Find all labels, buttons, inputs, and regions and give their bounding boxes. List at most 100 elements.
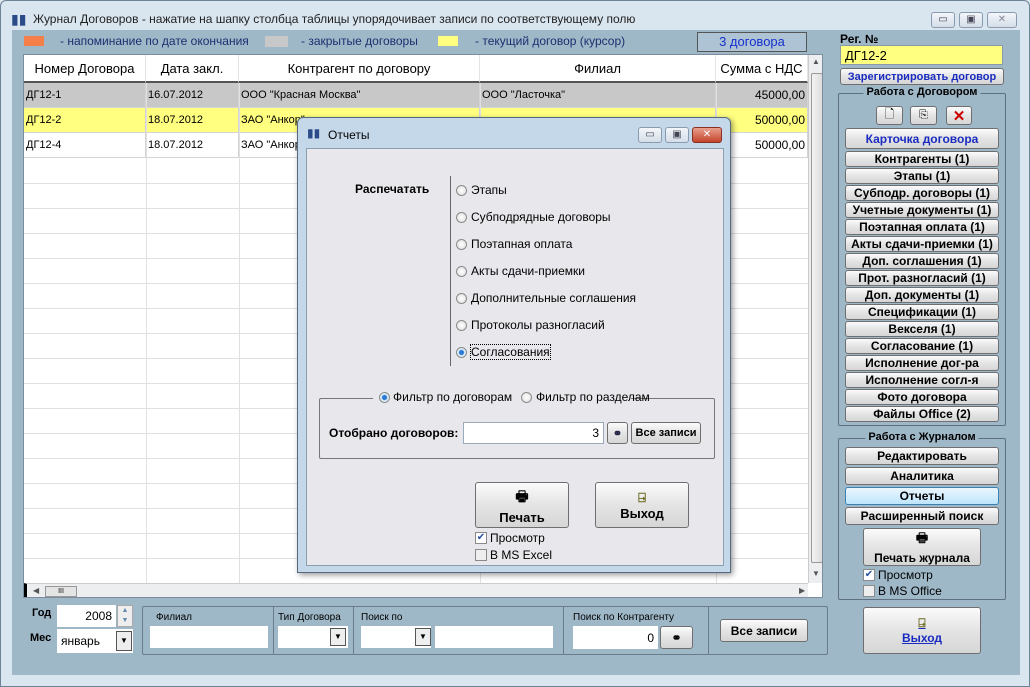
- report-option-radio[interactable]: [456, 293, 467, 304]
- contract-section-button[interactable]: Доп. документы (1): [845, 287, 999, 303]
- contract-section-button[interactable]: Учетные документы (1): [845, 202, 999, 218]
- close-button[interactable]: ✕: [987, 12, 1017, 28]
- table-cell: ДГ12-4: [24, 133, 146, 158]
- contract-section-button[interactable]: Этапы (1): [845, 168, 999, 184]
- app-icon: ▮▮: [11, 11, 27, 27]
- journal-button[interactable]: Отчеты: [845, 487, 999, 505]
- column-header-contractor[interactable]: Контрагент по договору: [239, 55, 480, 83]
- column-header-branch[interactable]: Филиал: [480, 55, 716, 83]
- journal-button[interactable]: Аналитика: [845, 467, 999, 485]
- copy-document-button[interactable]: ⎘: [910, 106, 937, 125]
- report-option-radio[interactable]: [456, 185, 467, 196]
- scroll-up-icon[interactable]: ▲: [812, 57, 820, 66]
- scroll-down-icon[interactable]: ▼: [812, 569, 820, 578]
- excel-checkbox[interactable]: [475, 549, 487, 561]
- report-option-label: Этапы: [471, 183, 507, 197]
- contract-section-button[interactable]: Исполнение дог-ра: [845, 355, 999, 371]
- contract-section-button[interactable]: Файлы Office (2): [845, 406, 999, 422]
- print-journal-button[interactable]: 🖶 Печать журнала: [863, 528, 981, 566]
- selected-contracts-label: Отобрано договоров:: [329, 426, 459, 440]
- report-option-radio[interactable]: [456, 320, 467, 331]
- column-header-number[interactable]: Номер Договора: [24, 55, 146, 83]
- year-field[interactable]: 2008: [57, 605, 116, 627]
- dialog-exit-button[interactable]: ⍈ Выход: [595, 482, 689, 528]
- contract-section-button[interactable]: Векселя (1): [845, 321, 999, 337]
- table-cell: ООО "Ласточка": [480, 83, 716, 108]
- exit-button[interactable]: ⍈ Выход: [863, 607, 981, 654]
- table-cell: ДГ12-2: [24, 108, 146, 133]
- dialog-close-button[interactable]: ✕: [692, 127, 722, 143]
- report-option-label: Дополнительные соглашения: [471, 291, 637, 305]
- filter-sections-radio[interactable]: [521, 392, 532, 403]
- dialog-icon: ▮▮: [307, 126, 321, 140]
- all-records-button[interactable]: Все записи: [720, 619, 808, 642]
- report-option-radio[interactable]: [456, 212, 467, 223]
- reg-number-field[interactable]: ДГ12-2: [840, 45, 1003, 65]
- reports-dialog: ▮▮ Отчеты ▭ ▣ ✕ Распечатать Этапы Субподр…: [297, 117, 731, 573]
- column-header-date[interactable]: Дата закл.: [146, 55, 239, 83]
- selected-contracts-field[interactable]: 3: [463, 422, 604, 444]
- filter-select-button[interactable]: ⚭: [607, 422, 628, 444]
- contract-section-button[interactable]: Исполнение согл-я: [845, 372, 999, 388]
- month-label: Мес: [30, 632, 52, 644]
- journal-office-checkbox[interactable]: [863, 585, 875, 597]
- journal-button[interactable]: Редактировать: [845, 447, 999, 465]
- search-field[interactable]: [435, 626, 553, 648]
- table-row[interactable]: ДГ12-1 16.07.2012 ООО "Красная Москва" ООО …: [24, 83, 808, 108]
- column-header-amount[interactable]: Сумма с НДС: [716, 55, 808, 83]
- year-spinner[interactable]: ▲ ▼: [117, 605, 133, 627]
- preview-checkbox[interactable]: ✔: [475, 532, 487, 544]
- exit-label: Выход: [901, 631, 943, 645]
- report-option-radio[interactable]: [456, 266, 467, 277]
- contract-card-button[interactable]: Карточка договора: [845, 128, 999, 149]
- contract-section-button[interactable]: Доп. соглашения (1): [845, 253, 999, 269]
- delete-button[interactable]: ✕: [946, 106, 972, 125]
- contract-section-button[interactable]: Поэтапная оплата (1): [845, 219, 999, 235]
- contract-section-button[interactable]: Фото договора: [845, 389, 999, 405]
- binoculars-icon: ⚭: [612, 427, 623, 440]
- print-button[interactable]: 🖶 Печать: [475, 482, 569, 528]
- horizontal-scroll-thumb[interactable]: III: [45, 586, 77, 597]
- contract-section-button[interactable]: Субподр. договоры (1): [845, 185, 999, 201]
- contract-section-button[interactable]: Спецификации (1): [845, 304, 999, 320]
- branch-field[interactable]: [150, 626, 268, 648]
- contract-section-button[interactable]: Согласование (1): [845, 338, 999, 354]
- delete-icon: ✕: [952, 107, 966, 125]
- scroll-right-icon[interactable]: ▶: [799, 586, 805, 595]
- binoculars-icon: ⚭: [671, 630, 682, 645]
- scroll-left-icon[interactable]: ◀: [33, 586, 39, 595]
- search-by-dropdown-icon[interactable]: ▼: [415, 628, 431, 646]
- minimize-button[interactable]: ▭: [931, 12, 955, 28]
- new-document-button[interactable]: 🗋: [876, 106, 903, 125]
- journal-button[interactable]: Расширенный поиск: [845, 507, 999, 525]
- journal-preview-checkbox[interactable]: ✔: [863, 569, 875, 581]
- print-button-label: Печать: [499, 509, 545, 525]
- contract-section-button[interactable]: Прот. разногласий (1): [845, 270, 999, 286]
- contractor-search-field[interactable]: 0: [573, 626, 658, 649]
- contract-section-button[interactable]: Контрагенты (1): [845, 151, 999, 167]
- maximize-button[interactable]: ▣: [959, 12, 983, 28]
- month-dropdown-icon[interactable]: ▼: [116, 631, 132, 651]
- dialog-maximize-button[interactable]: ▣: [665, 127, 689, 143]
- contract-type-dropdown-icon[interactable]: ▼: [330, 628, 346, 646]
- report-option-radio[interactable]: [456, 347, 467, 358]
- year-label: Год: [32, 607, 52, 619]
- report-option-label: Акты сдачи-приемки: [471, 264, 585, 278]
- table-cell: ООО "Красная Москва": [239, 83, 480, 108]
- vertical-scroll-thumb[interactable]: [811, 73, 822, 563]
- exit-door-icon: ⍈: [638, 489, 646, 505]
- filter-contracts-radio[interactable]: [379, 392, 390, 403]
- table-cell: 16.07.2012: [146, 83, 239, 108]
- register-contract-button[interactable]: Зарегистрировать договор: [840, 68, 1004, 85]
- report-option-radio[interactable]: [456, 239, 467, 250]
- contractor-search-button[interactable]: ⚭: [660, 626, 693, 649]
- dialog-minimize-button[interactable]: ▭: [638, 127, 662, 143]
- legend-label-closed: - закрытые договоры: [301, 34, 418, 48]
- dialog-all-records-button[interactable]: Все записи: [631, 422, 701, 444]
- exit-door-icon: ⍈: [918, 616, 926, 630]
- horizontal-scrollbar[interactable]: ◀ III ▶: [24, 583, 808, 597]
- month-value: январь: [61, 634, 100, 648]
- vertical-scrollbar[interactable]: ▲ ▼: [808, 55, 822, 583]
- contract-section-button[interactable]: Акты сдачи-приемки (1): [845, 236, 999, 252]
- filter-contracts-label: Фильтр по договорам: [393, 390, 513, 404]
